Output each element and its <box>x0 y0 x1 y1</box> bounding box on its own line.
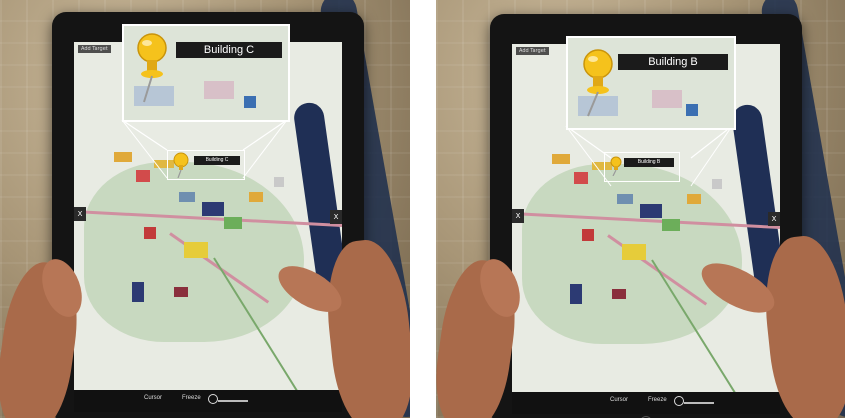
magnifier-window: Building B <box>566 36 736 130</box>
map-building <box>244 96 256 108</box>
pushpin-icon <box>583 49 613 117</box>
map-building <box>686 104 698 116</box>
magnifier-window: Building C <box>122 24 290 122</box>
map-building <box>652 90 682 108</box>
pushpin-icon <box>137 33 167 103</box>
map-building <box>204 81 234 99</box>
left-photo: Add Target X X Building C Cursor Freeze <box>0 0 410 418</box>
building-label: Building B <box>618 54 728 70</box>
right-photo: Add Target X X Building B Cursor Freeze <box>436 0 845 418</box>
building-label: Building C <box>176 42 282 58</box>
